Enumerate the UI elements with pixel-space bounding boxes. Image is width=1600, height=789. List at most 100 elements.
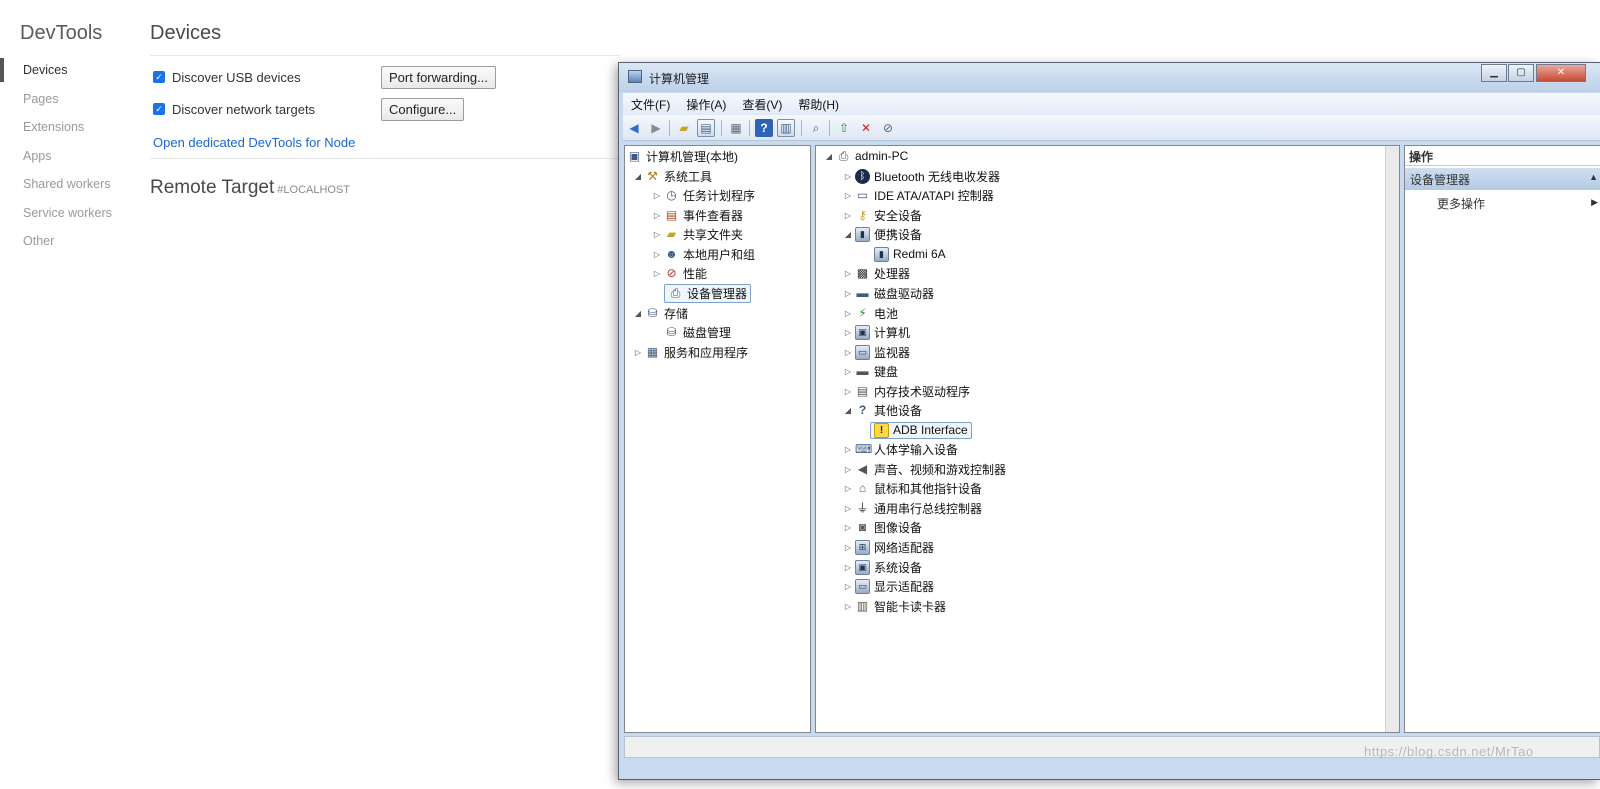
- expanded-triangle-icon[interactable]: ◢: [843, 406, 853, 415]
- selected-tree-item[interactable]: ⎙ 设备管理器: [664, 283, 752, 303]
- vertical-scrollbar[interactable]: [1385, 146, 1399, 732]
- configure-button[interactable]: Configure...: [381, 98, 465, 121]
- nav-item-service-workers[interactable]: Service workers: [23, 206, 112, 220]
- more-actions-item[interactable]: 更多操作: [1437, 195, 1485, 212]
- discover-usb-checkbox[interactable]: ✓: [153, 71, 165, 83]
- collapse-caret-icon[interactable]: ▲: [1589, 172, 1598, 182]
- collapsed-triangle-icon[interactable]: ▷: [843, 269, 853, 278]
- back-arrow-icon[interactable]: ◀: [625, 119, 643, 137]
- discover-network-checkbox[interactable]: ✓: [153, 103, 165, 115]
- collapsed-triangle-icon[interactable]: ▷: [843, 563, 853, 572]
- device-category-sound[interactable]: ▷ ◀ 声音、视频和游戏控制器: [843, 460, 1006, 478]
- device-category-display[interactable]: ▷ ▭ 显示适配器: [843, 577, 934, 595]
- collapsed-triangle-icon[interactable]: ▷: [843, 367, 853, 376]
- tree-item-event-viewer[interactable]: ▷ ▤ 事件查看器: [652, 206, 743, 224]
- collapsed-triangle-icon[interactable]: ▷: [843, 172, 853, 181]
- tree-item-services[interactable]: ▷ ▦ 服务和应用程序: [633, 343, 748, 361]
- tree-item-task-scheduler[interactable]: ▷ ◷ 任务计划程序: [652, 186, 755, 204]
- collapsed-triangle-icon[interactable]: ▷: [843, 582, 853, 591]
- device-tree-root[interactable]: ◢ ⎙ admin-PC: [824, 147, 908, 165]
- expanded-triangle-icon[interactable]: ◢: [633, 309, 643, 318]
- tree-item-performance[interactable]: ▷ ⊘ 性能: [652, 264, 707, 282]
- up-folder-icon[interactable]: ▰: [675, 119, 693, 137]
- menu-help[interactable]: 帮助(H): [790, 96, 847, 113]
- tree-item-disk-management[interactable]: ⛁ 磁盘管理: [664, 323, 731, 341]
- tree-item-root[interactable]: ▣ 计算机管理(本地): [627, 147, 738, 165]
- port-forwarding-button[interactable]: Port forwarding...: [381, 66, 496, 89]
- collapsed-triangle-icon[interactable]: ▷: [843, 191, 853, 200]
- discover-usb-row[interactable]: ✓ Discover USB devices: [153, 67, 301, 87]
- device-category-bluetooth[interactable]: ▷ ᛒ Bluetooth 无线电收发器: [843, 167, 1000, 185]
- maximize-button[interactable]: ▢: [1508, 64, 1534, 82]
- menu-view[interactable]: 查看(V): [734, 96, 790, 113]
- show-hide-tree-icon[interactable]: ▤: [697, 119, 715, 137]
- nav-item-other[interactable]: Other: [23, 234, 54, 248]
- device-category-other[interactable]: ◢ ? 其他设备: [843, 401, 922, 419]
- expanded-triangle-icon[interactable]: ◢: [824, 152, 834, 161]
- selected-device-item[interactable]: ! ADB Interface: [870, 421, 972, 439]
- device-category-usb[interactable]: ▷ ⏚ 通用串行总线控制器: [843, 499, 982, 517]
- collapsed-triangle-icon[interactable]: ▷: [652, 269, 662, 278]
- collapsed-triangle-icon[interactable]: ▷: [843, 348, 853, 357]
- properties-icon[interactable]: ▦: [727, 119, 745, 137]
- device-category-portable[interactable]: ◢ ▮ 便携设备: [843, 225, 922, 243]
- device-category-battery[interactable]: ▷ ⚡ 电池: [843, 304, 898, 322]
- nav-item-apps[interactable]: Apps: [23, 149, 52, 163]
- help-icon[interactable]: ?: [755, 119, 773, 137]
- actions-group-device-manager[interactable]: 设备管理器 ▲: [1405, 168, 1600, 190]
- device-category-network[interactable]: ▷ ⊞ 网络适配器: [843, 538, 934, 556]
- device-category-security[interactable]: ▷ ⚷ 安全设备: [843, 206, 922, 224]
- device-adb-interface[interactable]: ! ADB Interface: [870, 421, 972, 439]
- menu-action[interactable]: 操作(A): [678, 96, 734, 113]
- collapsed-triangle-icon[interactable]: ▷: [652, 230, 662, 239]
- discover-network-row[interactable]: ✓ Discover network targets: [153, 99, 315, 119]
- collapsed-triangle-icon[interactable]: ▷: [652, 191, 662, 200]
- device-redmi-6a[interactable]: ▮ Redmi 6A: [874, 245, 946, 263]
- expanded-triangle-icon[interactable]: ◢: [843, 230, 853, 239]
- device-category-processor[interactable]: ▷ ▩ 处理器: [843, 264, 910, 282]
- collapsed-triangle-icon[interactable]: ▷: [843, 445, 853, 454]
- minimize-button[interactable]: ▁: [1481, 64, 1507, 82]
- collapsed-triangle-icon[interactable]: ▷: [843, 387, 853, 396]
- tree-item-system-tools[interactable]: ◢ ⚒ 系统工具: [633, 167, 712, 185]
- collapsed-triangle-icon[interactable]: ▷: [843, 523, 853, 532]
- show-hide-action-icon[interactable]: ▥: [777, 119, 795, 137]
- device-category-monitor[interactable]: ▷ ▭ 监视器: [843, 343, 910, 361]
- device-category-mouse[interactable]: ▷ ⌂ 鼠标和其他指针设备: [843, 479, 982, 497]
- device-category-disk[interactable]: ▷ ▬ 磁盘驱动器: [843, 284, 934, 302]
- device-category-imaging[interactable]: ▷ ◙ 图像设备: [843, 518, 922, 536]
- collapsed-triangle-icon[interactable]: ▷: [843, 484, 853, 493]
- collapsed-triangle-icon[interactable]: ▷: [843, 211, 853, 220]
- device-category-hid[interactable]: ▷ ⌨ 人体学输入设备: [843, 440, 958, 458]
- window-titlebar[interactable]: 计算机管理 ▁ ▢ ✕: [619, 63, 1600, 92]
- menu-file[interactable]: 文件(F): [623, 96, 678, 113]
- collapsed-triangle-icon[interactable]: ▷: [843, 543, 853, 552]
- collapsed-triangle-icon[interactable]: ▷: [652, 250, 662, 259]
- close-button[interactable]: ✕: [1536, 64, 1586, 82]
- nav-item-extensions[interactable]: Extensions: [23, 120, 84, 134]
- nav-item-devices[interactable]: Devices: [23, 63, 67, 77]
- scan-hardware-icon[interactable]: ⌕: [807, 119, 825, 137]
- collapsed-triangle-icon[interactable]: ▷: [652, 211, 662, 220]
- collapsed-triangle-icon[interactable]: ▷: [843, 289, 853, 298]
- submenu-arrow-icon[interactable]: ▶: [1591, 197, 1598, 208]
- collapsed-triangle-icon[interactable]: ▷: [843, 309, 853, 318]
- collapsed-triangle-icon[interactable]: ▷: [843, 504, 853, 513]
- tree-item-local-users[interactable]: ▷ ☻ 本地用户和组: [652, 245, 755, 263]
- expanded-triangle-icon[interactable]: ◢: [633, 172, 643, 181]
- collapsed-triangle-icon[interactable]: ▷: [843, 328, 853, 337]
- tree-item-device-manager[interactable]: ⎙ 设备管理器: [664, 283, 752, 303]
- collapsed-triangle-icon[interactable]: ▷: [633, 348, 643, 357]
- forward-arrow-icon[interactable]: ▶: [647, 119, 665, 137]
- collapsed-triangle-icon[interactable]: ▷: [843, 465, 853, 474]
- device-category-computer[interactable]: ▷ ▣ 计算机: [843, 323, 910, 341]
- device-category-system[interactable]: ▷ ▣ 系统设备: [843, 558, 922, 576]
- tree-item-storage[interactable]: ◢ ⛁ 存储: [633, 304, 688, 322]
- device-category-memory-tech[interactable]: ▷ ▤ 内存技术驱动程序: [843, 382, 970, 400]
- collapsed-triangle-icon[interactable]: ▷: [843, 602, 853, 611]
- disable-icon[interactable]: ⊘: [879, 119, 897, 137]
- nav-item-shared-workers[interactable]: Shared workers: [23, 177, 111, 191]
- tree-item-shared-folders[interactable]: ▷ ▰ 共享文件夹: [652, 225, 743, 243]
- nav-item-pages[interactable]: Pages: [23, 92, 58, 106]
- update-driver-icon[interactable]: ⇧: [835, 119, 853, 137]
